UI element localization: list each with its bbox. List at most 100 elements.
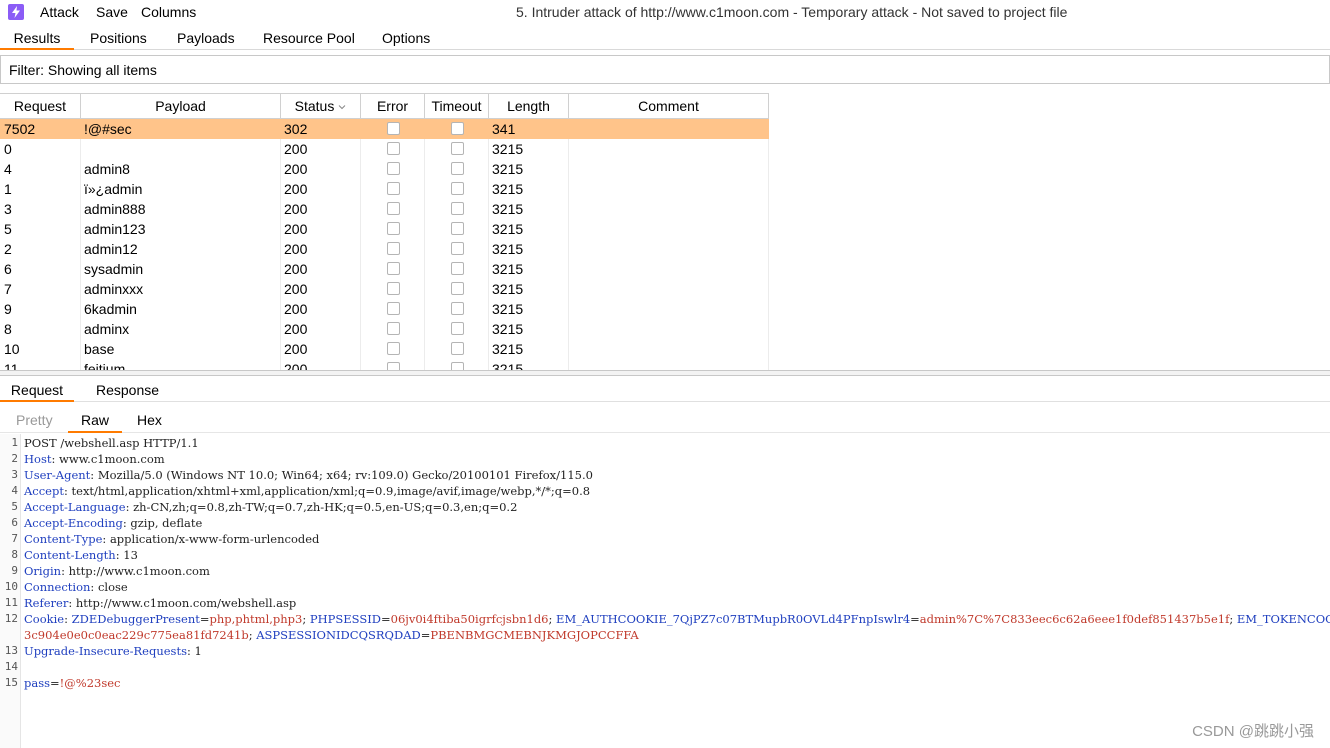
table-row[interactable]: 4 admin8 200 3215 <box>0 159 769 179</box>
table-row[interactable]: 3 admin888 200 3215 <box>0 199 769 219</box>
table-row[interactable]: 0 200 3215 <box>0 139 769 159</box>
error-checkbox[interactable] <box>387 182 400 195</box>
header-value: POST /webshell.asp HTTP/1.1 <box>24 436 199 450</box>
cell-request: 7 <box>4 281 12 297</box>
error-checkbox[interactable] <box>387 342 400 355</box>
error-checkbox[interactable] <box>387 322 400 335</box>
timeout-checkbox[interactable] <box>451 222 464 235</box>
tab-request[interactable]: Request <box>0 382 74 402</box>
error-checkbox[interactable] <box>387 142 400 155</box>
error-checkbox[interactable] <box>387 122 400 135</box>
menu-save[interactable]: Save <box>96 4 128 20</box>
code-line: Content-Type: application/x-www-form-url… <box>24 532 319 546</box>
cookie-value: PBENBMGCMEBNJKMGJOPCCFFA <box>430 628 639 642</box>
cell-payload: ï»¿admin <box>84 181 143 197</box>
error-checkbox[interactable] <box>387 162 400 175</box>
table-row[interactable]: 6 sysadmin 200 3215 <box>0 259 769 279</box>
table-header: Request Payload Status Error Timeout Len… <box>0 93 769 119</box>
line-number: 5 <box>11 500 18 513</box>
timeout-checkbox[interactable] <box>451 202 464 215</box>
cell-request: 6 <box>4 261 12 277</box>
timeout-checkbox[interactable] <box>451 182 464 195</box>
cell-length: 3215 <box>492 341 524 357</box>
timeout-checkbox[interactable] <box>451 142 464 155</box>
menu-columns[interactable]: Columns <box>141 4 196 20</box>
request-editor[interactable]: 1 POST /webshell.asp HTTP/1.1 2 Host: www.c… <box>0 434 1330 748</box>
code-line: Accept: text/html,application/xhtml+xml,… <box>24 484 590 498</box>
table-row[interactable]: 11 feitium 200 3215 <box>0 359 769 370</box>
error-checkbox[interactable] <box>387 302 400 315</box>
watermark: CSDN @跳跳小强 <box>1192 723 1314 740</box>
tab-hex[interactable]: Hex <box>137 412 162 433</box>
table-row[interactable]: 7 adminxxx 200 3215 <box>0 279 769 299</box>
line-number: 2 <box>11 452 18 465</box>
title-bar: Attack Save Columns 5. Intruder attack o… <box>0 0 1330 25</box>
column-header-comment[interactable]: Comment <box>569 94 769 119</box>
cookie-name: ASPSESSIONIDCQSRQDAD <box>256 628 421 642</box>
timeout-checkbox[interactable] <box>451 122 464 135</box>
tab-raw[interactable]: Raw <box>68 412 122 433</box>
code-line: Cookie: ZDEDebuggerPresent=php,phtml,php… <box>24 612 1330 626</box>
table-row[interactable]: 8 adminx 200 3215 <box>0 319 769 339</box>
code-line: Origin: http://www.c1moon.com <box>24 564 210 578</box>
table-row[interactable]: 10 base 200 3215 <box>0 339 769 359</box>
cell-request: 7502 <box>4 121 36 137</box>
table-row[interactable]: 7502 !@#sec 302 341 <box>0 119 769 139</box>
menu-attack[interactable]: Attack <box>40 4 79 20</box>
cookie-value: 06jv0i4ftiba50igrfcjsbn1d6 <box>390 612 549 626</box>
cell-status: 200 <box>284 181 308 197</box>
table-row[interactable]: 5 admin123 200 3215 <box>0 219 769 239</box>
header-name: Content-Type <box>24 532 103 546</box>
line-number: 3 <box>11 468 18 481</box>
error-checkbox[interactable] <box>387 242 400 255</box>
timeout-checkbox[interactable] <box>451 282 464 295</box>
column-header-status[interactable]: Status <box>281 94 361 119</box>
timeout-checkbox[interactable] <box>451 162 464 175</box>
error-checkbox[interactable] <box>387 202 400 215</box>
filter-bar[interactable]: Filter: Showing all items <box>0 55 1330 84</box>
header-separator: : <box>125 500 134 514</box>
header-name: Host <box>24 452 52 466</box>
tab-pretty[interactable]: Pretty <box>16 412 53 433</box>
pane-splitter[interactable] <box>0 370 1330 376</box>
timeout-checkbox[interactable] <box>451 262 464 275</box>
detail-tabs: Request Response <box>0 377 1330 402</box>
table-row[interactable]: 1 ï»¿admin 200 3215 <box>0 179 769 199</box>
column-header-timeout[interactable]: Timeout <box>425 94 489 119</box>
code-line: Accept-Language: zh-CN,zh;q=0.8,zh-TW;q=… <box>24 500 517 514</box>
timeout-checkbox[interactable] <box>451 322 464 335</box>
tab-options[interactable]: Options <box>382 30 430 50</box>
timeout-checkbox[interactable] <box>451 242 464 255</box>
header-value: 1 <box>194 644 202 658</box>
tab-response[interactable]: Response <box>96 382 159 402</box>
cell-request: 3 <box>4 201 12 217</box>
error-checkbox[interactable] <box>387 362 400 370</box>
column-header-payload[interactable]: Payload <box>81 94 281 119</box>
line-number: 14 <box>4 660 18 673</box>
error-checkbox[interactable] <box>387 222 400 235</box>
column-header-error[interactable]: Error <box>361 94 425 119</box>
body-param-name: pass <box>24 676 51 690</box>
header-name: Upgrade-Insecure-Requests <box>24 644 187 658</box>
body-param-value: !@%23sec <box>59 676 121 690</box>
code-line: Accept-Encoding: gzip, deflate <box>24 516 202 530</box>
tab-positions[interactable]: Positions <box>90 30 147 50</box>
timeout-checkbox[interactable] <box>451 362 464 370</box>
tab-payloads[interactable]: Payloads <box>177 30 235 50</box>
header-separator: : <box>90 580 98 594</box>
table-row[interactable]: 2 admin12 200 3215 <box>0 239 769 259</box>
table-row[interactable]: 9 6kadmin 200 3215 <box>0 299 769 319</box>
code-line: Upgrade-Insecure-Requests: 1 <box>24 644 202 658</box>
column-header-length[interactable]: Length <box>489 94 569 119</box>
line-number: 11 <box>4 596 18 609</box>
error-checkbox[interactable] <box>387 282 400 295</box>
tab-resource-pool[interactable]: Resource Pool <box>263 30 355 50</box>
error-checkbox[interactable] <box>387 262 400 275</box>
timeout-checkbox[interactable] <box>451 342 464 355</box>
tab-results[interactable]: Results <box>0 30 74 50</box>
column-header-request[interactable]: Request <box>0 94 81 119</box>
timeout-checkbox[interactable] <box>451 302 464 315</box>
header-name: Referer <box>24 596 69 610</box>
cell-length: 3215 <box>492 181 524 197</box>
header-name: Accept-Language <box>24 500 126 514</box>
